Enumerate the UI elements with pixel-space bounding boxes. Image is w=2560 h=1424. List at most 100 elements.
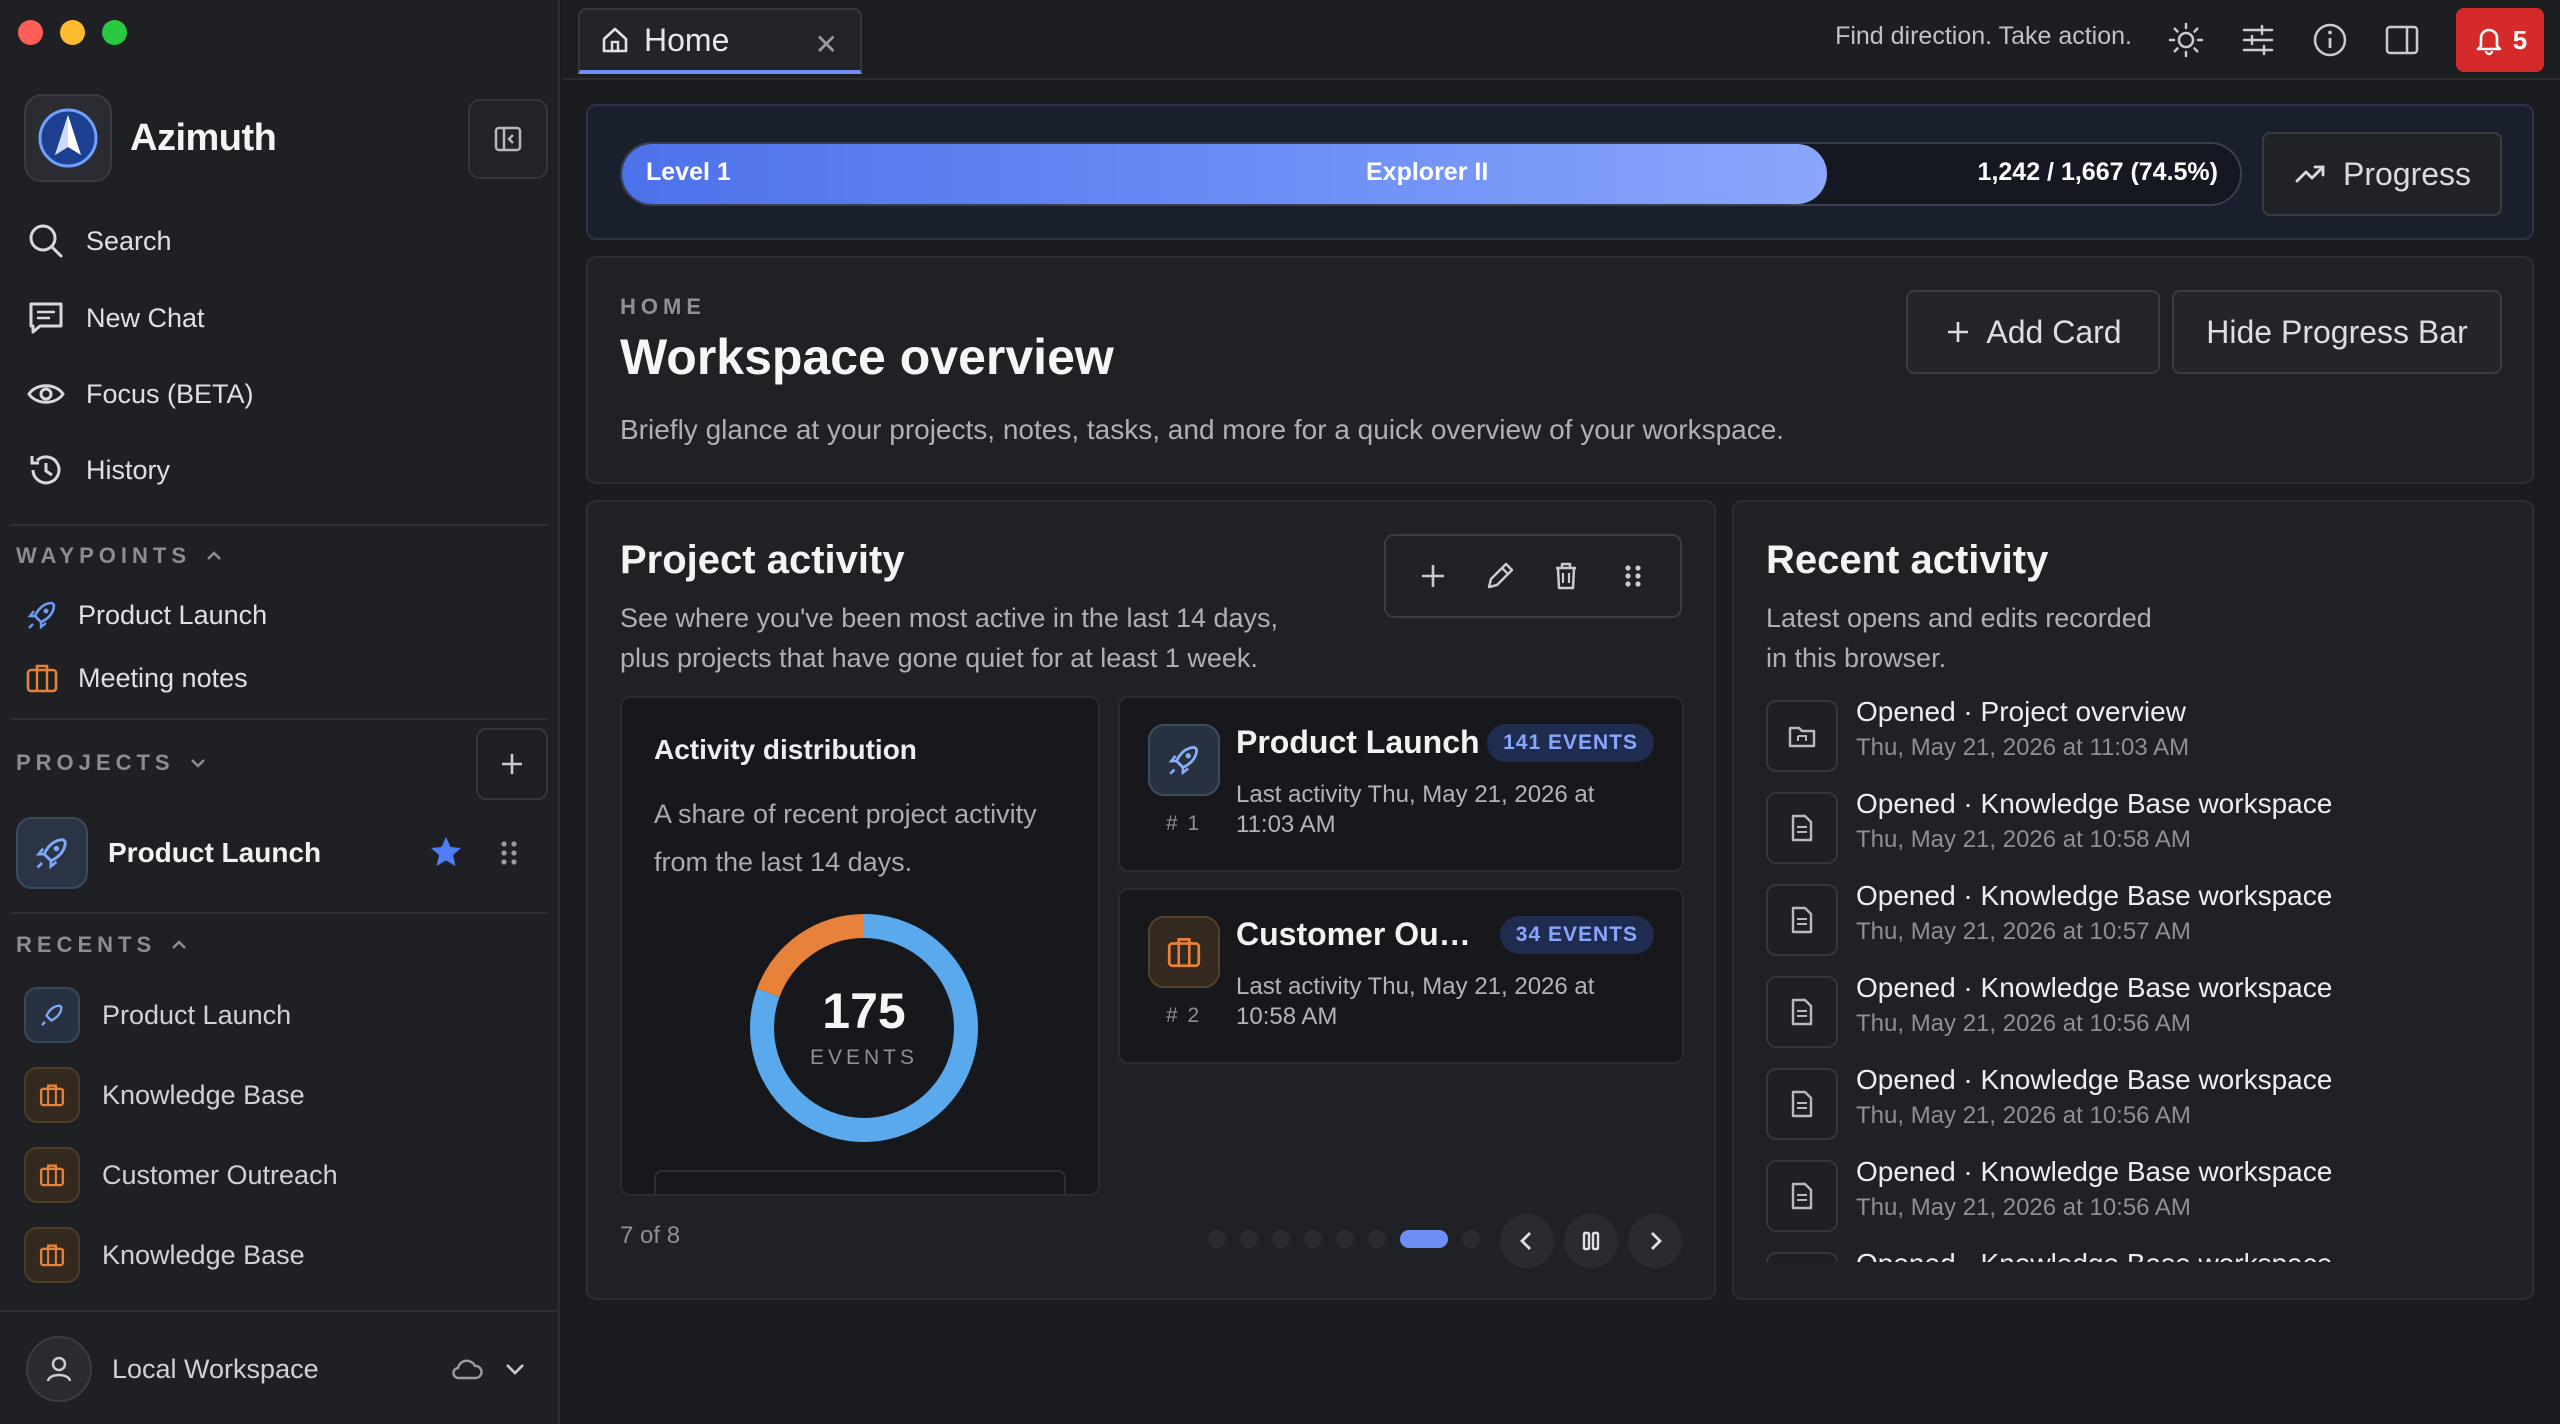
activity-item[interactable]: Opened · Knowledge Base workspace Thu, Ma… (1766, 878, 2332, 970)
progress-button[interactable]: Progress (2262, 132, 2502, 216)
close-window-button[interactable] (18, 20, 43, 45)
activity-time: Thu, May 21, 2026 at 10:56 AM (1856, 1102, 2191, 1129)
nav-focus[interactable]: Focus (BETA) (26, 374, 254, 414)
rocket-icon (1148, 724, 1220, 796)
progress-bar[interactable]: Level 1 Explorer II 1,242 / 1,667 (74.5%… (620, 142, 2242, 206)
sliders-icon[interactable] (2238, 20, 2278, 60)
recent-label: Customer Outreach (102, 1159, 338, 1190)
plus-icon (502, 754, 522, 774)
pause-icon (1582, 1231, 1600, 1251)
previous-page-button[interactable] (1500, 1214, 1554, 1268)
activity-item[interactable]: Opened · Knowledge Base workspace Thu, Ma… (1766, 970, 2332, 1062)
distribution-legend (654, 1170, 1066, 1194)
pencil-icon[interactable] (1483, 559, 1517, 593)
workspace-switcher[interactable]: Local Workspace (26, 1332, 542, 1406)
nav-history[interactable]: History (26, 450, 170, 490)
drag-handle-icon[interactable] (496, 838, 522, 868)
activity-time: Thu, May 21, 2026 at 10:56 AM (1856, 1194, 2191, 1221)
recents-header[interactable]: RECENTS (16, 932, 190, 958)
document-icon (1766, 1252, 1838, 1262)
recent-label: Knowledge Base (102, 1239, 305, 1270)
activity-item[interactable]: Opened · Knowledge Base workspace Thu, Ma… (1766, 786, 2332, 878)
add-card-button[interactable]: Add Card (1906, 290, 2160, 374)
pager-dot[interactable] (1272, 1230, 1290, 1248)
activity-item[interactable]: Opened · Knowledge Base workspace Thu, Ma… (1766, 1154, 2332, 1246)
hide-progress-bar-button[interactable]: Hide Progress Bar (2172, 290, 2502, 374)
pager-dot[interactable] (1336, 1230, 1354, 1248)
drag-handle-icon[interactable] (1616, 559, 1650, 593)
chevron-down-icon[interactable] (502, 1356, 528, 1382)
chevron-up-icon (172, 940, 187, 949)
pager-dot[interactable] (1208, 1230, 1226, 1248)
panel-icon[interactable] (2382, 20, 2422, 60)
last-activity: Last activity Thu, May 21, 2026 at 11:03… (1236, 781, 1595, 838)
divider (10, 718, 548, 720)
sun-icon[interactable] (2166, 20, 2206, 60)
project-item-product-launch[interactable]: Product Launch (16, 817, 540, 889)
recent-item[interactable]: Knowledge Base (24, 1067, 305, 1123)
nav-search[interactable]: Search (26, 221, 172, 261)
waypoint-label: Product Launch (78, 599, 268, 630)
minimize-window-button[interactable] (60, 20, 85, 45)
info-icon[interactable] (2310, 20, 2350, 60)
chevron-right-icon (1651, 1232, 1662, 1250)
events-badge: 34 EVENTS (1499, 916, 1654, 954)
pager-dot[interactable] (1304, 1230, 1322, 1248)
project-activity-card: Project activity See where you've been m… (586, 500, 1716, 1300)
distribution-description: A share of recent project activity from … (654, 799, 1037, 877)
waypoint-meeting-notes[interactable]: Meeting notes (24, 660, 248, 696)
project-card[interactable]: # 2 Customer Outreach 34 EVENTS Last act… (1118, 888, 1684, 1064)
star-icon[interactable] (428, 834, 464, 870)
add-project-button[interactable] (476, 728, 548, 800)
next-page-button[interactable] (1628, 1214, 1682, 1268)
description-line: See where you've been most active in the… (620, 603, 1279, 633)
close-tab-icon[interactable]: ✕ (815, 28, 838, 61)
notification-count: 5 (2512, 24, 2528, 55)
tagline: Find direction. Take action. (1835, 22, 2132, 50)
activity-item[interactable]: Opened · Knowledge Base workspace Thu, Ma… (1766, 1062, 2332, 1154)
project-name: Product Launch (108, 837, 322, 868)
zoom-window-button[interactable] (102, 20, 127, 45)
recent-item[interactable]: Product Launch (24, 987, 291, 1043)
plus-icon[interactable] (1416, 559, 1450, 593)
activity-text: Opened · Knowledge Base workspace Thu, Ma… (1856, 1062, 2332, 1154)
notifications-button[interactable]: 5 (2456, 8, 2544, 72)
projects-header[interactable]: PROJECTS (16, 750, 209, 776)
trending-up-icon (2295, 165, 2325, 183)
divider (10, 524, 548, 526)
briefcase-icon (26, 664, 58, 693)
pager-dot[interactable] (1400, 1230, 1448, 1248)
donut-total-label: EVENTS (809, 1046, 919, 1069)
hide-progress-label: Hide Progress Bar (2206, 313, 2468, 350)
section-label: WAYPOINTS (16, 543, 191, 568)
tab-home[interactable]: Home ✕ (578, 8, 862, 74)
nav-new-chat[interactable]: New Chat (26, 298, 205, 338)
cloud-icon (452, 1359, 483, 1380)
brand[interactable]: Azimuth (24, 94, 277, 182)
history-icon (30, 455, 61, 485)
document-icon (1766, 884, 1838, 956)
card-toolbar (1384, 534, 1682, 618)
divider (10, 912, 548, 914)
project-card[interactable]: # 1 Product Launch 141 EVENTS Last activ… (1118, 696, 1684, 872)
nav-label: New Chat (86, 302, 205, 333)
rocket-icon (24, 987, 80, 1043)
home-icon (602, 27, 628, 53)
brand-name: Azimuth (130, 116, 277, 159)
progress-stats: 1,242 / 1,667 (74.5%) (1977, 158, 2218, 186)
recent-item[interactable]: Customer Outreach (24, 1147, 338, 1203)
recent-item[interactable]: Knowledge Base (24, 1227, 305, 1283)
divider (0, 1310, 558, 1312)
trash-icon[interactable] (1549, 559, 1583, 593)
pager-dot[interactable] (1368, 1230, 1386, 1248)
waypoint-product-launch[interactable]: Product Launch (24, 597, 267, 633)
activity-item[interactable]: Opened · Knowledge Base workspace (1766, 1246, 2332, 1262)
waypoints-header[interactable]: WAYPOINTS (16, 543, 225, 569)
pager-dot[interactable] (1240, 1230, 1258, 1248)
app-window: Azimuth Search New Chat Focus (BETA) His… (0, 0, 2560, 1424)
collapse-sidebar-button[interactable] (468, 99, 548, 179)
activity-item[interactable]: Opened · Project overview Thu, May 21, 20… (1766, 694, 2189, 786)
pager-dot[interactable] (1462, 1230, 1480, 1248)
pause-button[interactable] (1564, 1214, 1618, 1268)
activity-time: Thu, May 21, 2026 at 10:58 AM (1856, 826, 2191, 853)
